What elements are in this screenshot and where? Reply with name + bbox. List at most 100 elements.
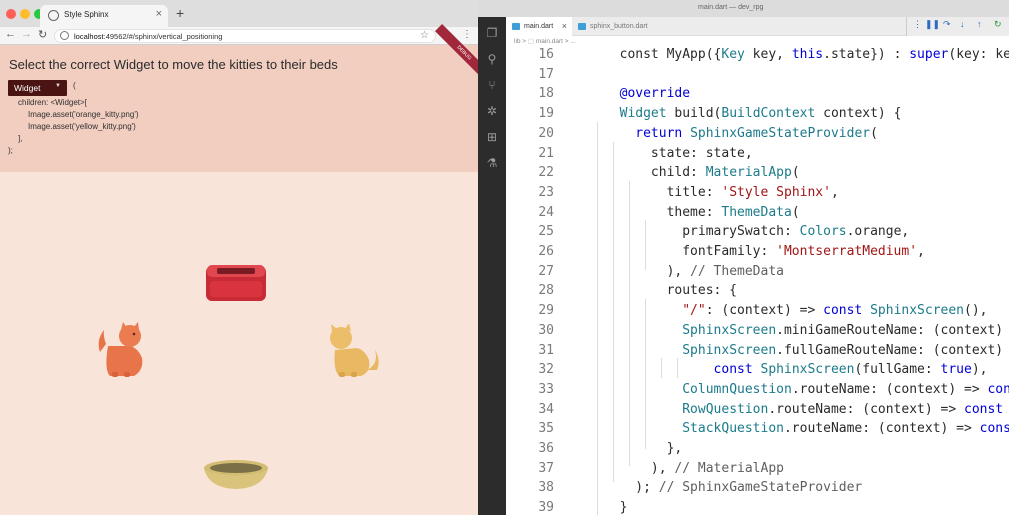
- tab-main-dart[interactable]: main.dart ×: [506, 17, 572, 36]
- code-line[interactable]: routes: {: [557, 283, 737, 298]
- pause-icon[interactable]: ❚❚: [925, 19, 940, 30]
- debug-toolbar: ⋮ ❚❚ ↷ ↓ ↑ ↻: [906, 17, 1009, 36]
- line-number: 28: [538, 283, 554, 299]
- close-tab-icon[interactable]: ×: [562, 21, 567, 31]
- code-line[interactable]: state: state,: [557, 146, 753, 161]
- breadcrumb[interactable]: lib > ⬚ main.dart > ...: [506, 36, 1009, 47]
- step-into-icon[interactable]: ↓: [960, 19, 965, 29]
- browser-tab[interactable]: Style Sphinx ×: [40, 5, 168, 27]
- code-line[interactable]: const MyApp({Key key, this.state}) : sup…: [557, 47, 1009, 62]
- code-line[interactable]: ), // ThemeData: [557, 264, 784, 279]
- code-line[interactable]: SphinxScreen.fullGameRouteName: (context…: [557, 343, 1009, 358]
- line-number: 34: [538, 401, 554, 417]
- code-area[interactable]: 16 const MyApp({Key key, this.state}) : …: [506, 47, 1009, 515]
- code-line[interactable]: theme: ThemeData(: [557, 205, 800, 220]
- code-line[interactable]: Widget build(BuildContext context) {: [557, 106, 902, 121]
- line-number: 39: [538, 500, 554, 515]
- code-line[interactable]: child: MaterialApp(: [557, 165, 800, 180]
- code-line[interactable]: StackQuestion.routeName: (context) => co…: [557, 421, 1009, 436]
- orange-kitty-image: [98, 322, 143, 377]
- code-line[interactable]: @override: [557, 86, 690, 101]
- close-tab-icon[interactable]: ×: [156, 8, 162, 20]
- forward-arrow-icon[interactable]: →: [21, 28, 32, 40]
- line-number: 18: [538, 86, 554, 102]
- line-number: 33: [538, 381, 554, 397]
- code-line[interactable]: RowQuestion.routeName: (context) => cons…: [557, 402, 1009, 417]
- line-number: 19: [538, 106, 554, 122]
- debug-icon[interactable]: ✲: [484, 103, 500, 119]
- line-number: 21: [538, 145, 554, 161]
- close-window-button[interactable]: [6, 9, 16, 19]
- source-control-icon[interactable]: ⑂: [484, 77, 500, 93]
- activity-bar: ❐ ⚲ ⑂ ✲ ⊞ ⚗: [478, 17, 506, 515]
- new-tab-button[interactable]: +: [176, 5, 184, 21]
- back-arrow-icon[interactable]: ←: [5, 28, 16, 40]
- line-number: 17: [538, 66, 554, 82]
- editor-titlebar: main.dart — dev_rpg: [478, 0, 1009, 17]
- line-number: 31: [538, 342, 554, 358]
- code-line[interactable]: return SphinxGameStateProvider(: [557, 126, 878, 141]
- line-number: 36: [538, 441, 554, 456]
- line-number: 26: [538, 244, 554, 259]
- code-line[interactable]: SphinxScreen.miniGameRouteName: (context…: [557, 323, 1009, 338]
- code-line[interactable]: primarySwatch: Colors.orange,: [557, 224, 909, 239]
- line-number: 32: [538, 362, 554, 378]
- step-over-icon[interactable]: ↷: [943, 19, 951, 30]
- bowl-bed-image: [204, 460, 268, 489]
- drag-handle-icon[interactable]: ⋮: [913, 19, 922, 30]
- address-bar[interactable]: localhost:49562/#/sphinx/vertical_positi…: [54, 29, 436, 43]
- widget-dropdown[interactable]: Widget ▼: [8, 80, 67, 96]
- browser-toolbar: ← → ↻ localhost:49562/#/sphinx/vertical_…: [0, 27, 478, 45]
- code-line[interactable]: }: [557, 500, 628, 515]
- line-number: 38: [538, 480, 554, 496]
- line-number: 24: [538, 204, 554, 220]
- browser-tab-title: Style Sphinx: [64, 10, 109, 19]
- minimize-window-button[interactable]: [20, 9, 30, 19]
- code-line[interactable]: title: 'Style Sphinx',: [557, 185, 839, 200]
- line-number: 29: [538, 303, 554, 319]
- line-number: 16: [538, 47, 554, 62]
- line-number: 22: [538, 165, 554, 181]
- code-snippet-line: ],: [18, 134, 23, 143]
- code-line[interactable]: "/": (context) => const SphinxScreen(),: [557, 303, 987, 318]
- browser-window: Style Sphinx × + ← → ↻ localhost:49562/#…: [0, 0, 478, 515]
- menu-kebab-icon[interactable]: ⋮: [462, 29, 472, 40]
- code-line[interactable]: fontFamily: 'MontserratMedium',: [557, 244, 925, 259]
- code-line[interactable]: ColumnQuestion.routeName: (context) => c…: [557, 382, 1009, 397]
- editor-window-title: main.dart — dev_rpg: [698, 4, 764, 11]
- code-snippet-line: (: [73, 81, 76, 90]
- reload-icon[interactable]: ↻: [38, 28, 47, 41]
- restart-icon[interactable]: ↻: [994, 19, 1002, 30]
- bookmark-star-icon[interactable]: ☆: [420, 30, 429, 41]
- question-panel: Select the correct Widget to move the ki…: [0, 45, 478, 172]
- widget-dropdown-value: Widget: [14, 83, 41, 93]
- code-editor-window: main.dart — dev_rpg ❐ ⚲ ⑂ ✲ ⊞ ⚗ main.dar…: [478, 0, 1009, 515]
- line-number: 25: [538, 224, 554, 240]
- address-url: localhost:49562/#/sphinx/vertical_positi…: [74, 32, 223, 41]
- globe-icon: [48, 10, 59, 21]
- step-out-icon[interactable]: ↑: [977, 19, 982, 29]
- code-snippet-line: children: <Widget>[: [18, 98, 87, 107]
- search-icon[interactable]: ⚲: [484, 51, 500, 67]
- code-line[interactable]: const SphinxScreen(fullGame: true),: [557, 362, 988, 377]
- chevron-down-icon: ▼: [55, 83, 61, 89]
- tab-label: main.dart: [524, 23, 554, 30]
- code-line[interactable]: ), // MaterialApp: [557, 461, 784, 476]
- info-icon[interactable]: [60, 31, 69, 40]
- red-bed-image: [206, 265, 266, 301]
- dart-file-icon: [578, 23, 586, 30]
- code-line[interactable]: },: [557, 441, 683, 456]
- line-number: 37: [538, 460, 554, 476]
- extensions-icon[interactable]: ⊞: [484, 129, 500, 145]
- code-snippet-line: );: [8, 146, 13, 155]
- code-snippet-line: Image.asset('orange_kitty.png'): [28, 110, 139, 119]
- browser-tab-bar: Style Sphinx × +: [0, 0, 478, 27]
- game-area: [0, 172, 478, 515]
- tab-label: sphinx_button.dart: [590, 23, 648, 30]
- line-number: 23: [538, 184, 554, 200]
- test-flask-icon[interactable]: ⚗: [484, 155, 500, 171]
- files-icon[interactable]: ❐: [484, 25, 500, 41]
- line-number: 27: [538, 263, 554, 279]
- code-line[interactable]: ); // SphinxGameStateProvider: [557, 480, 862, 495]
- tab-sphinx-button-dart[interactable]: sphinx_button.dart: [572, 17, 680, 36]
